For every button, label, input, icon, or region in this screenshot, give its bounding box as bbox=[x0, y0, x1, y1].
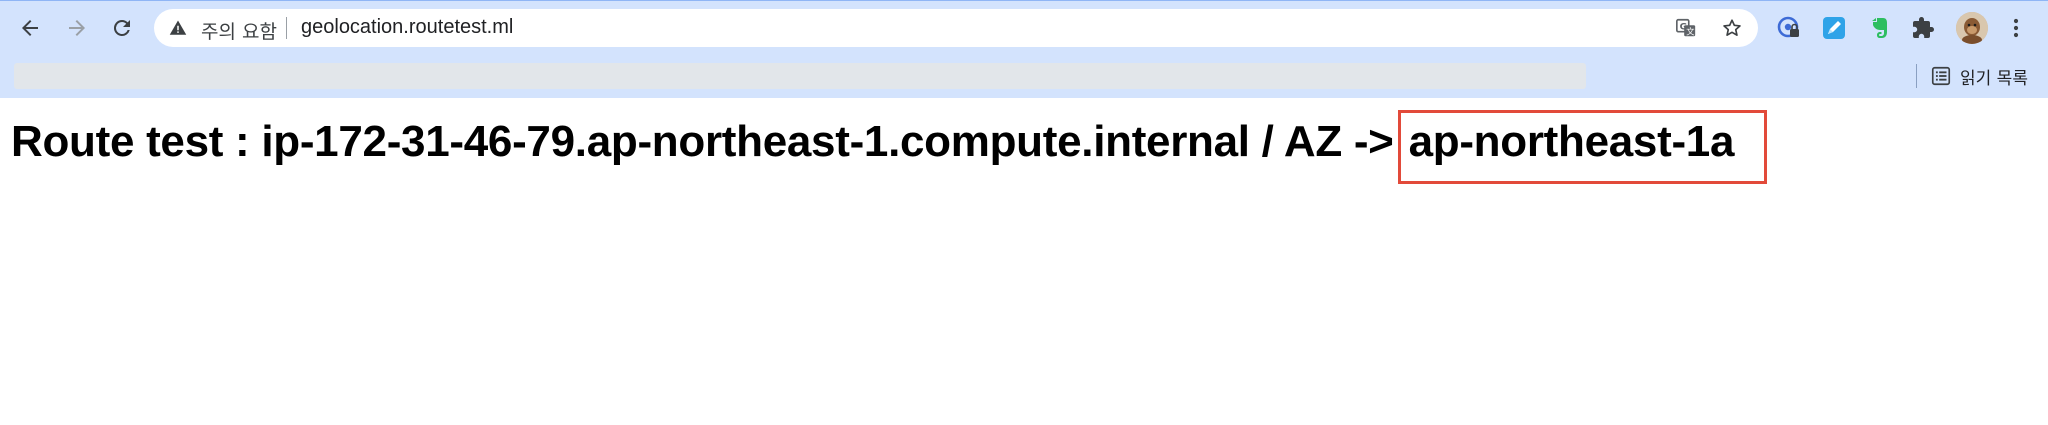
warning-triangle-icon[interactable] bbox=[168, 18, 188, 38]
availability-zone-highlight: ap-northeast-1a bbox=[1397, 110, 1768, 184]
address-bar[interactable]: 주의 요함 geolocation.routetest.ml G 文 bbox=[154, 9, 1758, 47]
route-test-heading: Route test : ip-172-31-46-79.ap-northeas… bbox=[11, 110, 1768, 184]
puzzle-extensions-icon[interactable] bbox=[1909, 13, 1939, 43]
security-status-label[interactable]: 주의 요함 bbox=[201, 17, 277, 44]
route-info-text: Route test : ip-172-31-46-79.ap-northeas… bbox=[11, 117, 1394, 166]
profile-avatar[interactable] bbox=[1956, 12, 1988, 44]
arrow-left-icon bbox=[22, 20, 38, 36]
reading-list-label: 읽기 목록 bbox=[1960, 68, 2028, 89]
back-button[interactable] bbox=[12, 10, 48, 46]
password-extension-icon[interactable] bbox=[1774, 13, 1804, 43]
translate-icon[interactable]: G 文 bbox=[1674, 16, 1698, 40]
reading-list-button[interactable]: 읽기 목록 bbox=[1930, 61, 2028, 91]
reading-list-icon bbox=[1931, 66, 1951, 86]
pen-extension-icon[interactable] bbox=[1819, 13, 1849, 43]
browser-chrome: 주의 요함 geolocation.routetest.ml G 文 읽기 목록 bbox=[0, 0, 2048, 98]
bookmarks-divider bbox=[1916, 64, 1917, 88]
kebab-menu-icon[interactable] bbox=[2001, 13, 2031, 43]
star-icon[interactable] bbox=[1720, 16, 1744, 40]
browser-toolbar: 주의 요함 geolocation.routetest.ml G 文 bbox=[0, 1, 2048, 55]
reload-icon bbox=[113, 19, 130, 36]
forward-button[interactable] bbox=[59, 10, 95, 46]
page-content: Route test : ip-172-31-46-79.ap-northeas… bbox=[0, 98, 2048, 425]
arrow-right-icon bbox=[69, 20, 85, 36]
address-divider bbox=[286, 17, 287, 39]
bookmarks-placeholder bbox=[14, 63, 1586, 89]
url-text[interactable]: geolocation.routetest.ml bbox=[301, 16, 513, 39]
reload-button[interactable] bbox=[104, 10, 140, 46]
evernote-extension-icon[interactable] bbox=[1864, 13, 1894, 43]
svg-text:文: 文 bbox=[1686, 26, 1694, 36]
bookmarks-bar: 읽기 목록 bbox=[0, 59, 2048, 93]
